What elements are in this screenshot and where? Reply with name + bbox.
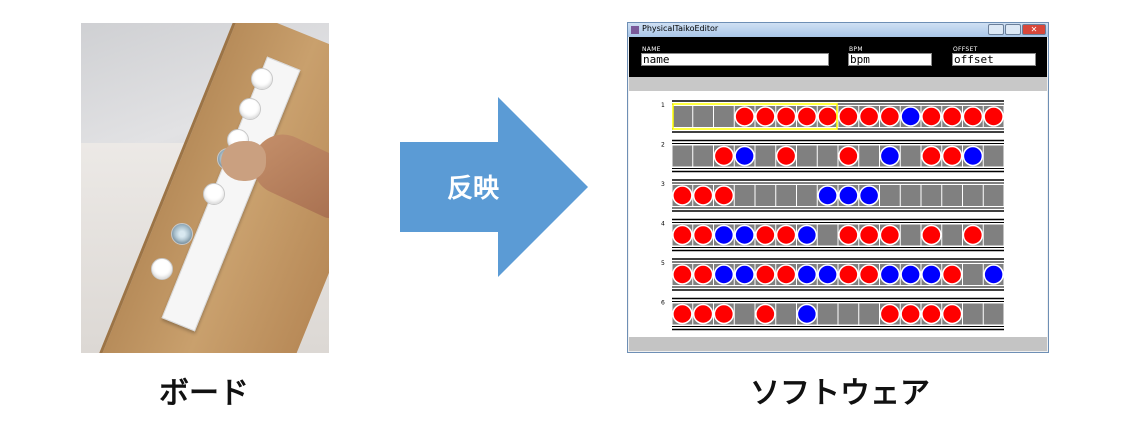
offset-field[interactable]: offset — [952, 53, 1036, 66]
app-window: PhysicalTaikoEditor ✕ NAME name BPM bpm … — [627, 22, 1049, 353]
ka-note — [983, 264, 1004, 285]
don-note — [941, 145, 963, 167]
don-note — [941, 264, 963, 285]
don-note — [755, 303, 776, 325]
ka-note — [900, 106, 921, 127]
don-note — [983, 106, 1004, 127]
name-label: NAME — [642, 46, 661, 53]
toolbar-band — [629, 77, 1047, 91]
title-bar[interactable]: PhysicalTaikoEditor ✕ — [628, 23, 1048, 37]
minimize-button[interactable] — [988, 24, 1004, 35]
don-note — [858, 106, 880, 127]
ka-note — [817, 185, 838, 206]
ka-note — [817, 264, 838, 285]
ka-note — [734, 224, 755, 246]
status-bar — [629, 337, 1047, 351]
don-note — [713, 145, 735, 167]
chart-canvas: 1 2 3 4 5 6 — [629, 91, 1047, 343]
don-note — [796, 106, 818, 127]
sensor-pad — [251, 68, 273, 90]
offset-label: OFFSET — [953, 46, 978, 53]
don-note — [838, 145, 859, 167]
don-note — [838, 264, 859, 285]
don-note — [672, 224, 693, 246]
don-note — [672, 264, 693, 285]
window-title: PhysicalTaikoEditor — [642, 24, 719, 33]
measure-number: 4 — [661, 221, 665, 228]
maximize-button[interactable] — [1005, 24, 1021, 35]
don-note — [672, 303, 693, 325]
ka-note — [796, 264, 818, 285]
measure-number: 3 — [661, 181, 665, 188]
don-note — [941, 106, 963, 127]
don-note — [713, 303, 735, 325]
bpm-field[interactable]: bpm — [848, 53, 932, 66]
don-note — [858, 224, 880, 246]
software-caption: ソフトウェア — [750, 376, 930, 411]
don-note — [962, 106, 984, 127]
header-panel: NAME name BPM bpm OFFSET offset — [629, 37, 1047, 77]
don-note — [879, 303, 901, 325]
measure-number: 2 — [661, 142, 665, 149]
bpm-label: BPM — [849, 46, 863, 53]
ka-note — [858, 185, 880, 206]
don-note — [921, 106, 942, 127]
don-note — [775, 106, 797, 127]
don-note — [941, 303, 963, 325]
photo-hand — [221, 141, 266, 181]
sensor-pad — [171, 223, 193, 245]
measure-number: 6 — [661, 300, 665, 307]
ka-note — [734, 145, 755, 167]
don-note — [921, 145, 942, 167]
don-note — [858, 264, 880, 285]
close-button[interactable]: ✕ — [1022, 24, 1046, 35]
don-note — [879, 224, 901, 246]
don-note — [713, 185, 735, 206]
don-note — [775, 224, 797, 246]
measure-number: 5 — [661, 260, 665, 267]
ka-note — [879, 145, 901, 167]
ka-note — [838, 185, 859, 206]
don-note — [838, 224, 859, 246]
sensor-pad — [239, 98, 261, 120]
score-area: 1 2 3 4 5 6 — [661, 100, 1005, 331]
name-field[interactable]: name — [641, 53, 829, 66]
don-note — [775, 145, 797, 167]
ka-note — [713, 224, 735, 246]
ka-note — [796, 224, 818, 246]
don-note — [962, 224, 984, 246]
measure-number: 1 — [661, 102, 665, 109]
don-note — [921, 224, 942, 246]
don-note — [755, 224, 776, 246]
ka-note — [962, 145, 984, 167]
don-note — [755, 106, 776, 127]
ka-note — [921, 264, 942, 285]
sensor-pad — [151, 258, 173, 280]
ka-note — [900, 264, 921, 285]
ka-note — [713, 264, 735, 285]
don-note — [692, 224, 714, 246]
don-note — [755, 264, 776, 285]
ka-note — [796, 303, 818, 325]
don-note — [692, 303, 714, 325]
board-caption: ボード — [159, 376, 249, 411]
don-note — [817, 106, 838, 127]
don-note — [838, 106, 859, 127]
don-note — [734, 106, 755, 127]
don-note — [692, 185, 714, 206]
board-photo — [81, 23, 329, 353]
ka-note — [879, 264, 901, 285]
sensor-pad — [203, 183, 225, 205]
don-note — [879, 106, 901, 127]
don-note — [921, 303, 942, 325]
don-note — [672, 185, 693, 206]
app-icon — [631, 26, 639, 34]
arrow-label: 反映 — [446, 174, 499, 204]
don-note — [775, 264, 797, 285]
don-note — [692, 264, 714, 285]
ka-note — [734, 264, 755, 285]
don-note — [900, 303, 921, 325]
